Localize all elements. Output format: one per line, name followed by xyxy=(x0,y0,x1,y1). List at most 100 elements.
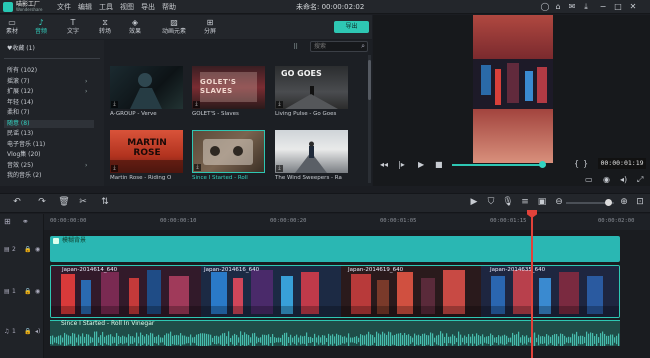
redo-icon[interactable]: ↷ xyxy=(36,197,48,208)
close-icon[interactable]: ✕ xyxy=(628,2,638,12)
waveform-bar xyxy=(82,333,84,346)
microphone-icon[interactable]: 🎙 xyxy=(502,197,514,208)
prev-frame-icon[interactable]: ◂◂ xyxy=(380,160,388,169)
tab-audio[interactable]: ♪ 音频 xyxy=(29,15,53,39)
tab-elements[interactable]: ▨ 动画元素 xyxy=(157,15,191,39)
link-icon[interactable]: ⚭ xyxy=(22,217,29,226)
search-input[interactable] xyxy=(314,42,358,51)
shield-icon[interactable]: ⛉ xyxy=(485,197,497,208)
category-item[interactable]: 柔和 (7) xyxy=(7,109,29,117)
download-icon[interactable]: ⤓ xyxy=(111,165,118,172)
chevron-right-icon[interactable]: › xyxy=(85,78,87,86)
speaker-icon[interactable]: ◂) xyxy=(35,328,40,336)
chevron-right-icon[interactable]: › xyxy=(85,88,87,96)
category-item[interactable]: 摇滚 (7) xyxy=(7,78,29,86)
render-preview-icon[interactable]: ▶ xyxy=(468,197,480,208)
waveform-bar xyxy=(348,333,350,346)
media-thumb-4[interactable]: MARTIN ROSE ⤓ xyxy=(110,130,183,173)
search-box[interactable]: ⌕ xyxy=(310,41,368,52)
download-icon[interactable]: ⤓ xyxy=(276,165,283,172)
fullscreen-icon[interactable]: ⤢ xyxy=(637,175,643,184)
media-thumb-3[interactable]: GO GOES ⤓ xyxy=(275,66,348,109)
track-header-column xyxy=(0,214,44,358)
download-icon[interactable]: ⤓ xyxy=(194,164,201,171)
category-item[interactable]: 电子音乐 (11) xyxy=(7,141,45,149)
category-item[interactable]: 年轻 (14) xyxy=(7,99,33,107)
timeline-ruler[interactable] xyxy=(44,214,650,230)
menu-help[interactable]: 帮助 xyxy=(162,1,176,13)
category-item[interactable]: 随意 (8) xyxy=(4,119,94,128)
chevron-right-icon[interactable]: › xyxy=(85,162,87,170)
waveform-bar xyxy=(596,333,598,346)
media-thumb-6[interactable]: ⤓ xyxy=(275,130,348,173)
waveform-bar xyxy=(300,335,302,345)
tab-split-screen[interactable]: ⊞ 分屏 xyxy=(198,15,222,39)
media-thumb-5[interactable]: ⤓ xyxy=(192,130,265,173)
playhead[interactable] xyxy=(531,211,533,358)
render-icon[interactable]: ▭ xyxy=(585,175,593,184)
category-item[interactable]: 所有 (102) xyxy=(7,67,37,75)
tab-text[interactable]: T 文字 xyxy=(61,15,85,39)
waveform-bar xyxy=(174,335,176,345)
export-button[interactable]: 导出 xyxy=(334,21,369,33)
stop-icon[interactable]: ■ xyxy=(435,160,443,169)
zoom-out-icon[interactable]: ⊖ xyxy=(553,197,565,208)
menu-view[interactable]: 视图 xyxy=(120,1,134,13)
category-item[interactable]: Vlog集 (20) xyxy=(7,151,40,159)
menu-export[interactable]: 导出 xyxy=(141,1,155,13)
zoom-in-icon[interactable]: ⊕ xyxy=(618,197,630,208)
menu-file[interactable]: 文件 xyxy=(57,1,71,13)
fit-icon[interactable]: ⊡ xyxy=(634,197,646,208)
tab-transition[interactable]: ⧖ 转场 xyxy=(93,15,117,39)
audio-mix-icon[interactable]: ≡ xyxy=(519,197,531,208)
add-track-icon[interactable]: ⊞ xyxy=(4,217,11,226)
menu-tools[interactable]: 工具 xyxy=(99,1,113,13)
category-item[interactable]: 民谣 (13) xyxy=(7,130,33,138)
snapshot-icon[interactable]: ◉ xyxy=(603,175,610,184)
minimize-icon[interactable]: − xyxy=(598,2,608,12)
lock-icon[interactable]: 🔒 xyxy=(24,246,31,254)
category-item[interactable]: 音效 (25) xyxy=(7,162,33,170)
ruler-label: 00:00:01:05 xyxy=(380,218,417,224)
mark-in-icon[interactable]: { xyxy=(574,159,579,168)
media-scrollbar-thumb[interactable] xyxy=(368,60,371,100)
waveform-bar xyxy=(220,335,222,345)
category-item[interactable]: 扩展 (12) xyxy=(7,88,33,96)
subtitle-icon[interactable]: ▣ xyxy=(536,197,548,208)
maximize-icon[interactable]: □ xyxy=(613,2,623,12)
waveform-bar xyxy=(374,337,376,343)
step-back-icon[interactable]: |▸ xyxy=(398,160,405,169)
eye-icon[interactable]: ◉ xyxy=(35,246,40,254)
volume-icon[interactable]: ◂) xyxy=(620,175,627,184)
download-icon[interactable]: ⤓ xyxy=(111,101,118,108)
shop-icon[interactable]: ⌂ xyxy=(553,2,563,12)
undo-icon[interactable]: ↶ xyxy=(11,197,23,208)
adjust-icon[interactable]: ⇅ xyxy=(99,197,111,208)
delete-icon[interactable]: 🗑 xyxy=(58,197,70,208)
favorites-item[interactable]: ♥收藏 (1) xyxy=(7,44,35,54)
preview-seek-knob[interactable] xyxy=(539,161,546,168)
tab-media[interactable]: ▭ 素材 xyxy=(0,15,24,39)
lock-icon[interactable]: 🔒 xyxy=(24,288,31,296)
search-icon[interactable]: ⌕ xyxy=(361,42,365,51)
eye-icon[interactable]: ◉ xyxy=(35,288,40,296)
waveform-bar xyxy=(378,333,380,346)
download-icon[interactable]: ⤓ xyxy=(276,101,283,108)
category-item[interactable]: 我的音乐 (2) xyxy=(7,172,41,180)
download-icon[interactable]: ⤓ xyxy=(193,101,200,108)
media-thumb-1[interactable]: ⤓ xyxy=(110,66,183,109)
cut-icon[interactable]: ✂ xyxy=(77,197,89,208)
user-icon[interactable]: ◯ xyxy=(540,2,550,12)
mail-icon[interactable]: ✉ xyxy=(567,2,577,12)
grid-view-icon[interactable]: ⠿ xyxy=(293,43,298,51)
mark-out-icon[interactable]: } xyxy=(583,159,588,168)
zoom-slider-knob[interactable] xyxy=(605,199,612,206)
menu-edit[interactable]: 编辑 xyxy=(78,1,92,13)
lock-icon[interactable]: 🔒 xyxy=(24,328,31,336)
download-icon[interactable]: ⤓ xyxy=(581,2,591,12)
media-thumb-2[interactable]: GOLET'S SLAVES ⤓ xyxy=(192,66,265,109)
tab-effects[interactable]: ◈ 效果 xyxy=(123,15,147,39)
play-icon[interactable]: ▶ xyxy=(418,160,424,169)
waveform-bar xyxy=(248,335,250,345)
background-clip[interactable] xyxy=(50,236,620,262)
